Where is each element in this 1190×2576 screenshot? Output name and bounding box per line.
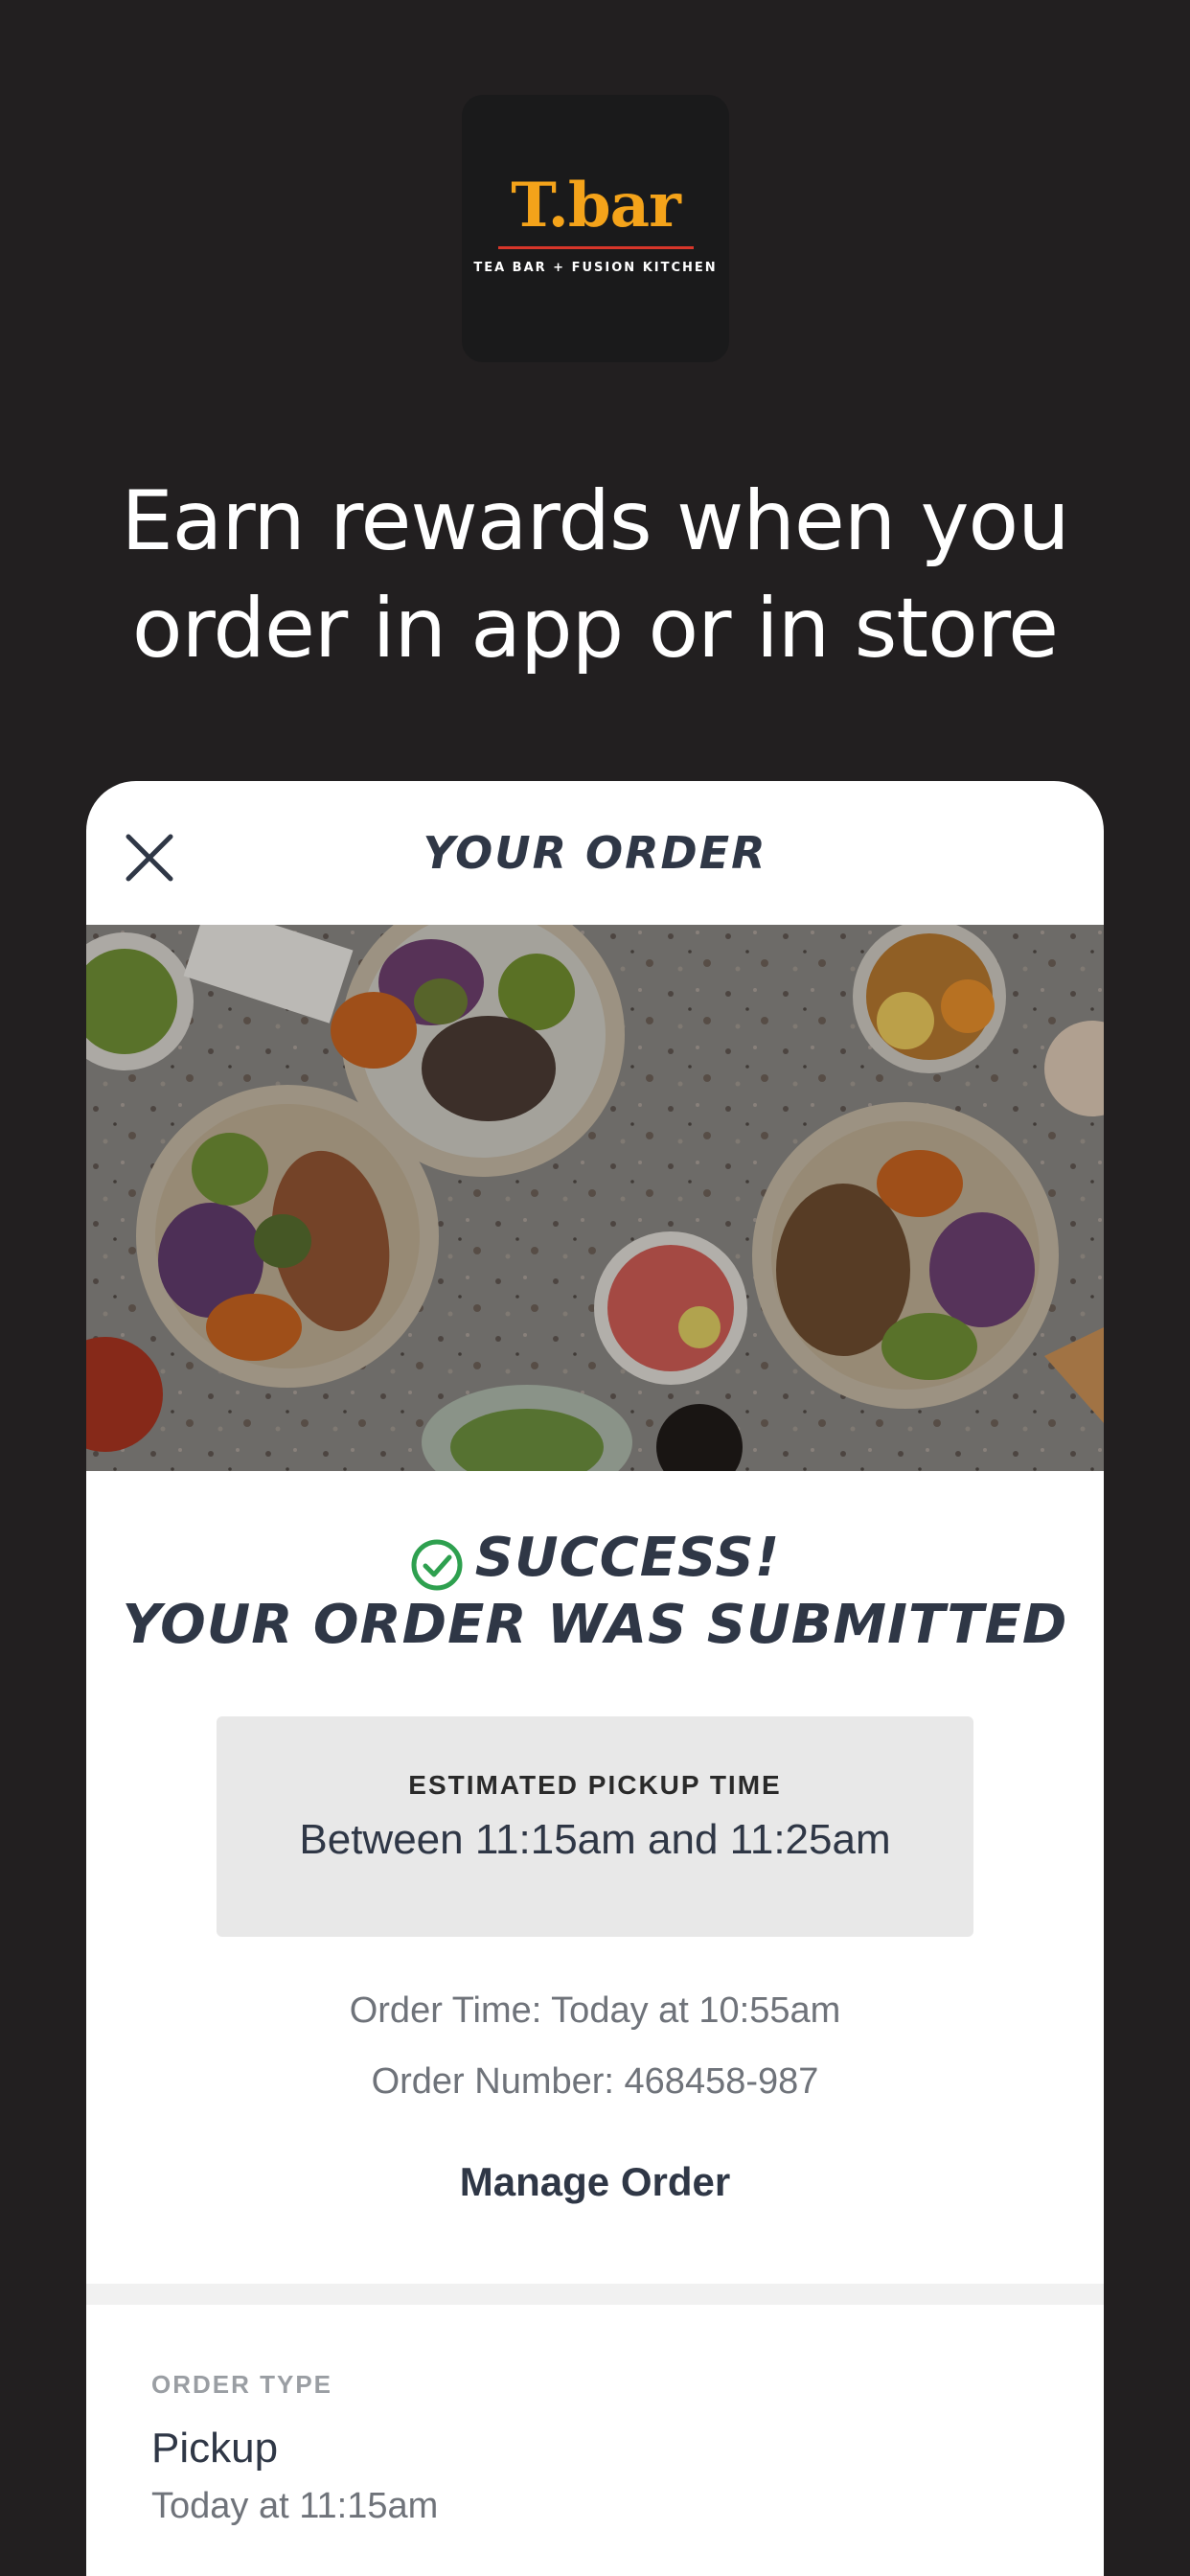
logo-wordmark: T.bar: [511, 169, 681, 242]
order-type-time: Today at 11:15am: [151, 2486, 439, 2526]
pickup-time-label: ESTIMATED PICKUP TIME: [408, 1770, 782, 1800]
order-number: Order Number: 468458-987: [371, 2061, 819, 2102]
logo-tagline: TEA BAR + FUSION KITCHEN: [473, 260, 718, 275]
section-divider: [86, 2284, 1104, 2305]
manage-order-link[interactable]: Manage Order: [86, 2159, 1104, 2205]
pickup-time-value: Between 11:15am and 11:25am: [299, 1816, 891, 1863]
success-message: SUCCESS! YOUR ORDER WAS SUBMITTED: [86, 1525, 1104, 1659]
card-title: YOUR ORDER: [423, 827, 767, 879]
success-subtitle: YOUR ORDER WAS SUBMITTED: [122, 1594, 1068, 1656]
brand-logo: T.bar TEA BAR + FUSION KITCHEN: [462, 95, 729, 362]
order-meta: Order Time: Today at 10:55am Order Numbe…: [86, 1975, 1104, 2117]
food-hero-image: [86, 925, 1104, 1471]
order-type-section: ORDER TYPE Pickup Today at 11:15am: [86, 2305, 1104, 2527]
promo-headline: Earn rewards when you order in app or in…: [121, 473, 1069, 677]
app-promo-screen: T.bar TEA BAR + FUSION KITCHEN Earn rewa…: [0, 0, 1190, 2576]
order-time: Order Time: Today at 10:55am: [349, 1990, 841, 2031]
order-type-label: ORDER TYPE: [151, 2370, 333, 2399]
success-title: SUCCESS!: [474, 1527, 781, 1589]
logo-rule: [497, 245, 694, 249]
check-circle-icon: [411, 1539, 463, 1591]
order-confirmation-card: YOUR ORDER SUCCESS! YOUR ORDER WAS SUBMI…: [86, 781, 1104, 2576]
order-type-value: Pickup: [151, 2425, 279, 2472]
card-header: YOUR ORDER: [86, 781, 1104, 925]
pickup-time-box: ESTIMATED PICKUP TIME Between 11:15am an…: [217, 1716, 973, 1937]
